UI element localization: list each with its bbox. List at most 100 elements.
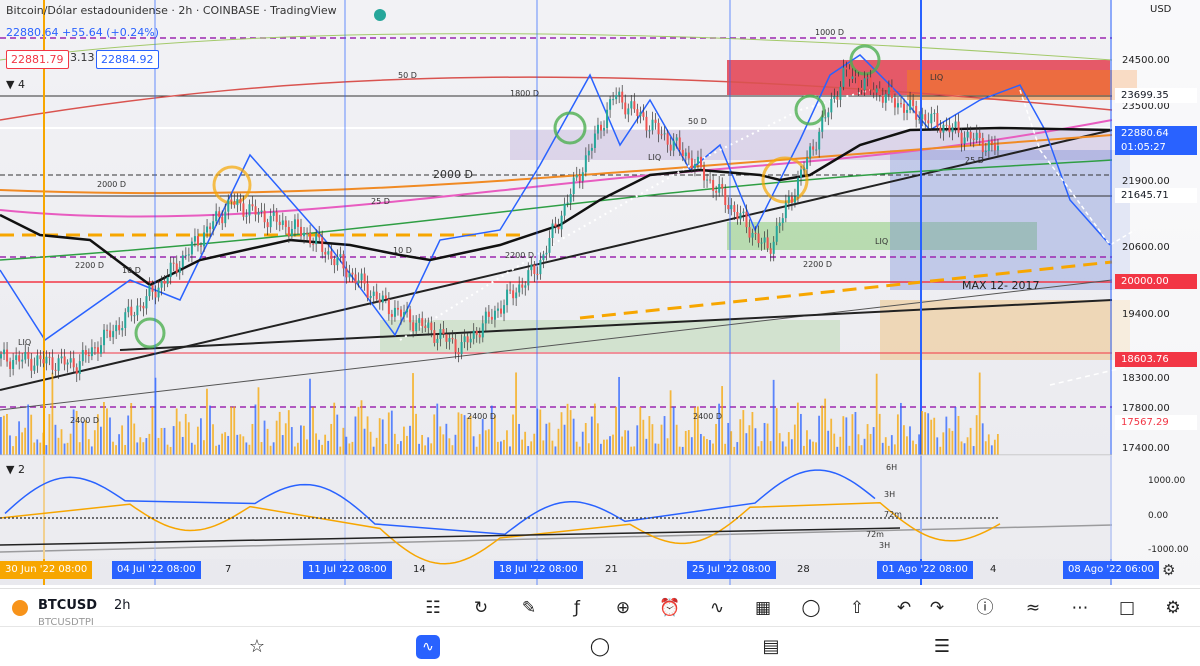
settings-icon[interactable]: ⚙ (1162, 561, 1175, 579)
candle (245, 215, 248, 217)
volume-bar (239, 434, 242, 455)
volume-bar (309, 378, 311, 455)
candle (987, 140, 990, 151)
undo-icon[interactable]: ↶ (893, 597, 915, 619)
volume-bar (78, 442, 81, 455)
watchlist-icon[interactable]: ☆ (245, 635, 269, 659)
candle (581, 172, 584, 182)
volume-bar (296, 442, 299, 455)
volume-bar (827, 430, 830, 455)
candle (142, 305, 145, 309)
candle (403, 312, 406, 317)
volume-bar (166, 444, 169, 455)
volume-bar (169, 446, 172, 455)
candle (309, 232, 312, 244)
volume-bar (6, 413, 8, 455)
alarm-icon[interactable]: ⏰ (659, 597, 681, 619)
buy-price-button[interactable]: 22884.92 (96, 50, 159, 69)
fullscreen-icon[interactable]: □ (1116, 597, 1138, 619)
candle (236, 199, 239, 206)
volume-bar (569, 410, 572, 455)
candle (263, 210, 266, 223)
volume-bar (200, 418, 202, 455)
volume-bar (760, 441, 763, 455)
candle (3, 349, 6, 355)
volume-bar (687, 430, 690, 455)
chart-icon[interactable]: ∿ (416, 635, 440, 659)
formula-icon[interactable]: ƒ (566, 597, 588, 619)
volume-bar (366, 416, 369, 455)
chart-area[interactable]: Bitcoin/Dólar estadounidense · 2h · COIN… (0, 0, 1200, 585)
volume-bar (806, 430, 808, 455)
volume-bar (809, 439, 811, 455)
volume-bar (560, 412, 563, 455)
redo-icon[interactable]: ↷ (926, 597, 948, 619)
volume-bar (221, 433, 224, 455)
osc-label: 6H (886, 463, 898, 472)
volume-bar (978, 372, 981, 455)
candle (406, 309, 409, 313)
volume-bar (303, 425, 305, 455)
volume-bar (742, 410, 745, 455)
volume-bar (690, 437, 693, 455)
news-icon[interactable]: ▤ (759, 635, 783, 659)
candle (600, 124, 602, 131)
indicators-icon[interactable]: ∿ (706, 597, 728, 619)
idea-icon[interactable]: ◯ (800, 597, 822, 619)
candles-icon[interactable]: ☷ (422, 597, 444, 619)
info-icon[interactable]: ⓘ (974, 597, 996, 619)
candle (733, 205, 736, 212)
candle (927, 120, 930, 124)
volume-bar (12, 446, 14, 455)
candle (409, 309, 412, 323)
candle (233, 201, 236, 206)
candle (839, 86, 842, 100)
grid-icon[interactable]: ▦ (752, 597, 774, 619)
volume-bar (575, 441, 578, 455)
candle (430, 322, 433, 331)
volume-bar (900, 402, 902, 455)
volume-bar (178, 421, 181, 455)
brush-icon[interactable]: ✎ (518, 597, 540, 619)
settings-icon[interactable]: ⚙ (1162, 597, 1184, 619)
candle (333, 259, 336, 266)
candle (296, 219, 299, 227)
interval-button[interactable]: 2h (114, 598, 131, 613)
candle (915, 105, 918, 120)
volume-bar (242, 436, 245, 455)
candle (824, 117, 827, 119)
symbol-name[interactable]: BTCUSD (38, 598, 97, 613)
volume-bar (190, 442, 193, 455)
price-chart[interactable] (0, 0, 1200, 585)
crosshair-icon[interactable]: ⊕ (612, 597, 634, 619)
volume-bar (821, 405, 824, 455)
candle (190, 241, 193, 255)
candle (484, 311, 487, 324)
volume-bar (866, 424, 869, 455)
indicators-toggle[interactable]: ▼ 4 (6, 78, 25, 91)
compare-icon[interactable]: ≈ (1022, 597, 1044, 619)
annotation: 2200 D (505, 251, 535, 260)
oscillator-toggle[interactable]: ▼ 2 (6, 463, 25, 476)
candle (357, 280, 360, 284)
candle (230, 199, 233, 202)
sell-price-button[interactable]: 22881.79 (6, 50, 69, 69)
candle (763, 237, 766, 243)
candle (536, 273, 539, 275)
candle (175, 263, 178, 273)
volume-bar (527, 446, 530, 455)
candle (45, 356, 48, 364)
explore-icon[interactable]: ◯ (588, 635, 612, 659)
share-icon[interactable]: ⇧ (846, 597, 868, 619)
candle (503, 305, 506, 314)
volume-bar (224, 432, 227, 455)
candle (693, 163, 696, 169)
volume-bar (90, 446, 93, 455)
more-icon[interactable]: ⋯ (1069, 597, 1091, 619)
replay-icon[interactable]: ↻ (470, 597, 492, 619)
date-label: 04 Jul '22 08:00 (112, 561, 201, 579)
price-label: 22880.64 (1115, 126, 1197, 141)
menu-icon[interactable]: ☰ (930, 635, 954, 659)
candle (130, 306, 133, 316)
candle (69, 358, 72, 363)
